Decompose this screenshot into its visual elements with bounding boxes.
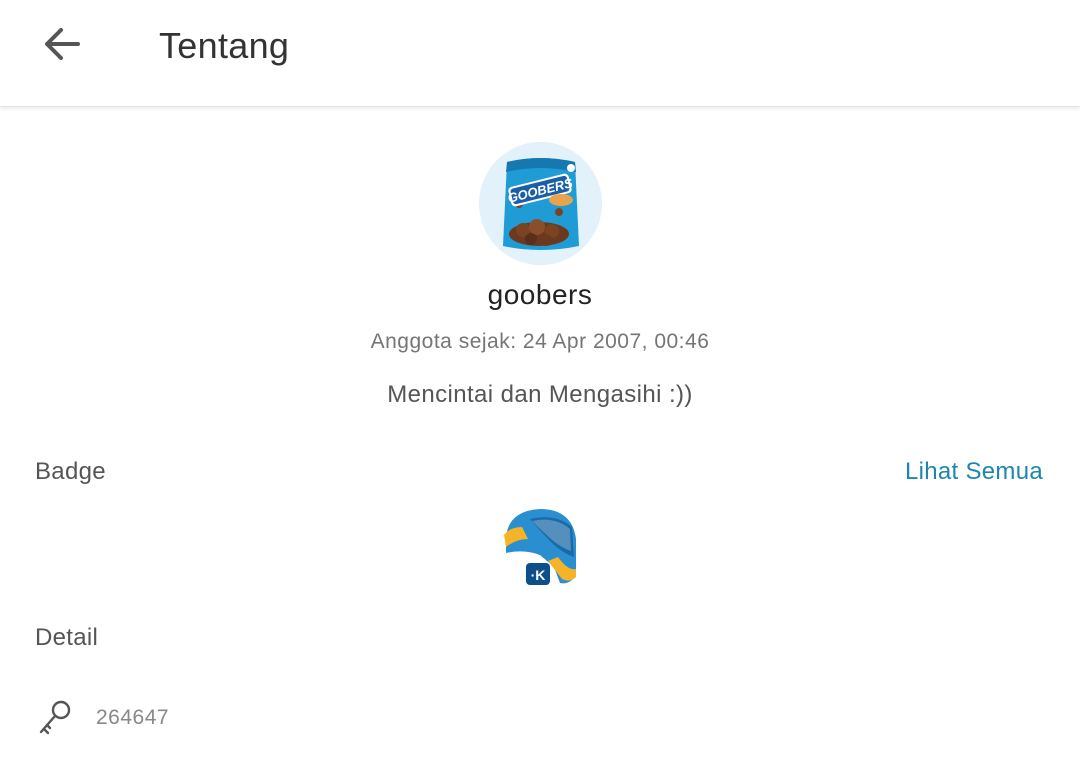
member-since-text: Anggota sejak: 24 Apr 2007, 00:46 [370, 330, 710, 353]
key-icon [35, 698, 75, 738]
back-button[interactable] [28, 16, 96, 76]
arrow-left-icon [42, 24, 82, 69]
helmet-badge-icon[interactable]: ·K [500, 505, 580, 587]
detail-section-title: Detail [35, 624, 99, 651]
goobers-avatar-image: GOOBERS [479, 142, 602, 265]
avatar[interactable]: GOOBERS [479, 142, 602, 265]
badge-section-title: Badge [35, 458, 106, 485]
page-title: Tentang [159, 25, 290, 66]
bio-text: Mencintai dan Mengasihi :)) [387, 381, 693, 408]
about-screen: Tentang GOOBERS goobers Anggota sejak: 2… [0, 0, 1080, 773]
svg-text:·K: ·K [531, 567, 546, 583]
see-all-link[interactable]: Lihat Semua [905, 458, 1043, 486]
app-bar: Tentang [0, 0, 1080, 107]
username: goobers [487, 279, 593, 310]
detail-value: 264647 [96, 706, 170, 729]
detail-item-id: 264647 [35, 696, 169, 740]
